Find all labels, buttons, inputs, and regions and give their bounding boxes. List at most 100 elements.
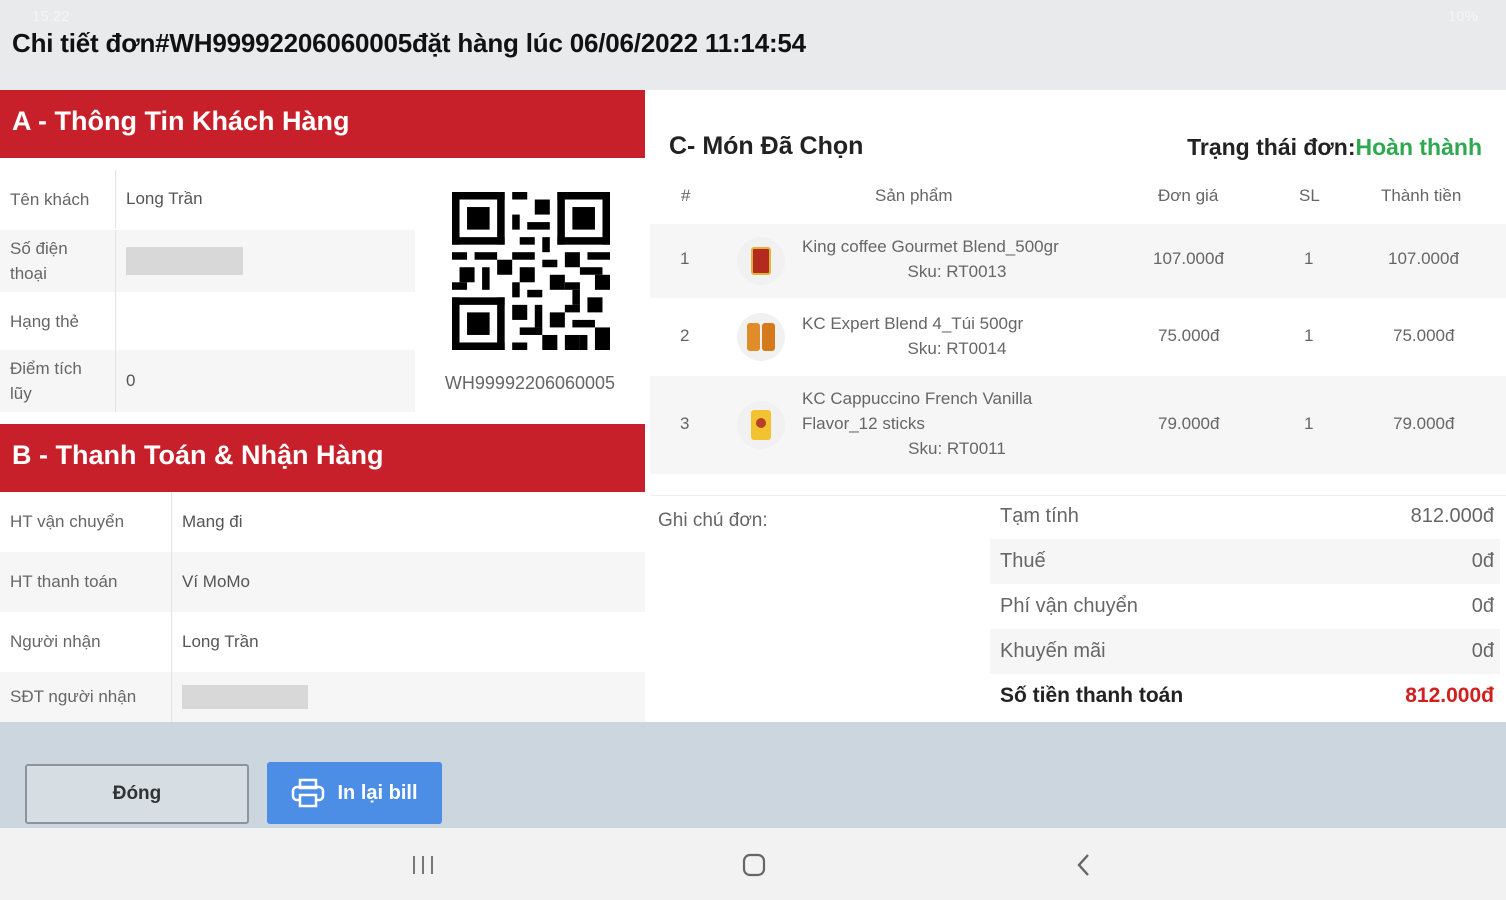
summary-total: Số tiền thanh toán 812.000đ	[990, 673, 1500, 718]
order-panel: C- Món Đã Chọn Trạng thái đơn:Hoàn thành…	[645, 90, 1506, 722]
customer-tier-label: Hạng thẻ	[0, 292, 116, 350]
home-button[interactable]	[734, 848, 774, 882]
item-total: 107.000đ	[1388, 249, 1459, 268]
order-status: Trạng thái đơn:Hoàn thành	[1187, 134, 1482, 161]
discount-label: Khuyến mãi	[1000, 640, 1106, 662]
item-sku: Sku: RT0011	[908, 439, 1006, 458]
customer-points-label: Điểm tích lũy	[0, 350, 116, 412]
order-item-row[interactable]: 1 King coffee Gourmet Blend_500gr Sku: R…	[650, 224, 1506, 298]
item-price: 75.000đ	[1158, 326, 1220, 345]
shipping-fee-value: 0đ	[1471, 595, 1494, 617]
recipient-phone-value	[172, 672, 645, 722]
redacted-recipient-phone	[182, 685, 308, 709]
item-qty: 1	[1304, 249, 1314, 268]
payment-method-value: Ví MoMo	[182, 572, 251, 591]
back-button[interactable]	[1064, 848, 1104, 882]
product-image	[737, 401, 785, 449]
payment-row-recipient-phone: SĐT người nhận	[0, 672, 645, 722]
subtotal-label: Tạm tính	[1000, 505, 1079, 527]
item-price: 79.000đ	[1158, 414, 1220, 433]
item-index: 3	[680, 414, 690, 433]
qr-code	[452, 192, 610, 350]
reprint-bill-label: In lại bill	[337, 781, 418, 804]
recipient-phone-label: SĐT người nhận	[0, 672, 172, 722]
col-header-price: Đơn giá	[1158, 186, 1219, 205]
customer-section-heading: A - Thông Tin Khách Hàng	[0, 90, 645, 158]
item-name: KC Expert Blend 4_Túi 500gr Sku: RT0014	[802, 311, 1112, 361]
item-qty: 1	[1304, 414, 1314, 433]
recent-apps-button[interactable]	[403, 848, 443, 882]
shipping-method-label: HT vận chuyển	[0, 492, 172, 552]
customer-row-points: Điểm tích lũy 0	[0, 350, 415, 412]
status-bar: 15:22 10%	[0, 0, 1506, 34]
tax-label: Thuế	[1000, 550, 1046, 572]
total-label: Số tiền thanh toán	[1000, 684, 1184, 707]
order-status-value: Hoàn thành	[1355, 134, 1483, 160]
summary-tax: Thuế 0đ	[990, 539, 1500, 584]
item-total: 79.000đ	[1393, 414, 1455, 433]
customer-row-tier: Hạng thẻ	[0, 292, 415, 350]
payment-method-label: HT thanh toán	[0, 552, 172, 612]
scroll-fade	[650, 474, 1506, 496]
payment-row-method: HT thanh toán Ví MoMo	[0, 552, 645, 612]
customer-name-value: Long Trần	[126, 189, 203, 208]
product-image	[737, 237, 785, 285]
item-price: 107.000đ	[1153, 249, 1224, 268]
close-button[interactable]: Đóng	[25, 764, 249, 824]
item-index: 1	[680, 249, 690, 268]
discount-value: 0đ	[1471, 640, 1494, 662]
col-header-product: Sản phẩm	[875, 186, 953, 205]
order-section-heading: C- Món Đã Chọn	[669, 132, 864, 160]
status-time: 15:22	[32, 8, 70, 25]
item-name: KC Cappuccino French Vanilla Flavor_12 s…	[802, 386, 1112, 461]
item-name-text: KC Expert Blend 4_Túi 500gr	[802, 314, 1024, 333]
summary-shipping: Phí vận chuyển 0đ	[990, 584, 1500, 629]
payment-section-heading: B - Thanh Toán & Nhận Hàng	[0, 424, 645, 492]
recipient-label: Người nhận	[0, 612, 172, 672]
item-name-text: KC Cappuccino French Vanilla Flavor_12 s…	[802, 389, 1033, 433]
subtotal-value: 812.000đ	[1410, 505, 1494, 527]
customer-points-value: 0	[126, 371, 136, 390]
customer-phone-label: Số điện thoại	[0, 230, 116, 292]
shipping-method-value: Mang đi	[182, 512, 243, 531]
item-index: 2	[680, 326, 690, 345]
col-header-qty: SL	[1299, 186, 1320, 205]
home-icon	[742, 853, 766, 877]
order-status-label: Trạng thái đơn:	[1187, 134, 1356, 160]
order-note-label: Ghi chú đơn:	[658, 510, 768, 531]
order-item-row[interactable]: 3 KC Cappuccino French Vanilla Flavor_12…	[650, 376, 1506, 474]
qr-code-text: WH99992206060005	[444, 373, 616, 393]
item-qty: 1	[1304, 326, 1314, 345]
item-name-text: King coffee Gourmet Blend_500gr	[802, 237, 1059, 256]
product-image	[737, 313, 785, 361]
printer-icon	[292, 778, 325, 808]
action-bar: Đóng In lại bill	[0, 722, 1506, 828]
total-value: 812.000đ	[1405, 684, 1494, 707]
item-sku: Sku: RT0013	[907, 262, 1007, 281]
col-header-total: Thành tiền	[1381, 186, 1462, 205]
item-name: King coffee Gourmet Blend_500gr Sku: RT0…	[802, 234, 1112, 284]
summary-discount: Khuyến mãi 0đ	[990, 629, 1500, 674]
order-item-row[interactable]: 2 KC Expert Blend 4_Túi 500gr Sku: RT001…	[650, 298, 1506, 376]
shipping-fee-label: Phí vận chuyển	[1000, 595, 1138, 617]
customer-name-label: Tên khách	[0, 170, 116, 228]
tax-value: 0đ	[1471, 550, 1494, 572]
payment-row-recipient: Người nhận Long Trần	[0, 612, 645, 672]
col-header-index: #	[681, 186, 691, 205]
status-battery: 10%	[1447, 8, 1478, 25]
reprint-bill-button[interactable]: In lại bill	[267, 762, 442, 824]
recipient-value: Long Trần	[182, 632, 259, 651]
customer-phone-value	[116, 230, 415, 292]
payment-row-shipping: HT vận chuyển Mang đi	[0, 492, 645, 552]
recent-apps-icon	[413, 856, 433, 874]
item-sku: Sku: RT0014	[907, 339, 1007, 358]
customer-row-name: Tên khách Long Trần	[0, 170, 415, 228]
item-total: 75.000đ	[1393, 326, 1455, 345]
customer-row-phone: Số điện thoại	[0, 230, 415, 292]
system-nav-bar	[0, 828, 1506, 900]
customer-tier-value	[116, 292, 415, 350]
summary-subtotal: Tạm tính 812.000đ	[990, 494, 1500, 539]
redacted-phone	[126, 247, 243, 275]
close-button-label: Đóng	[112, 783, 162, 804]
back-icon	[1077, 854, 1089, 876]
